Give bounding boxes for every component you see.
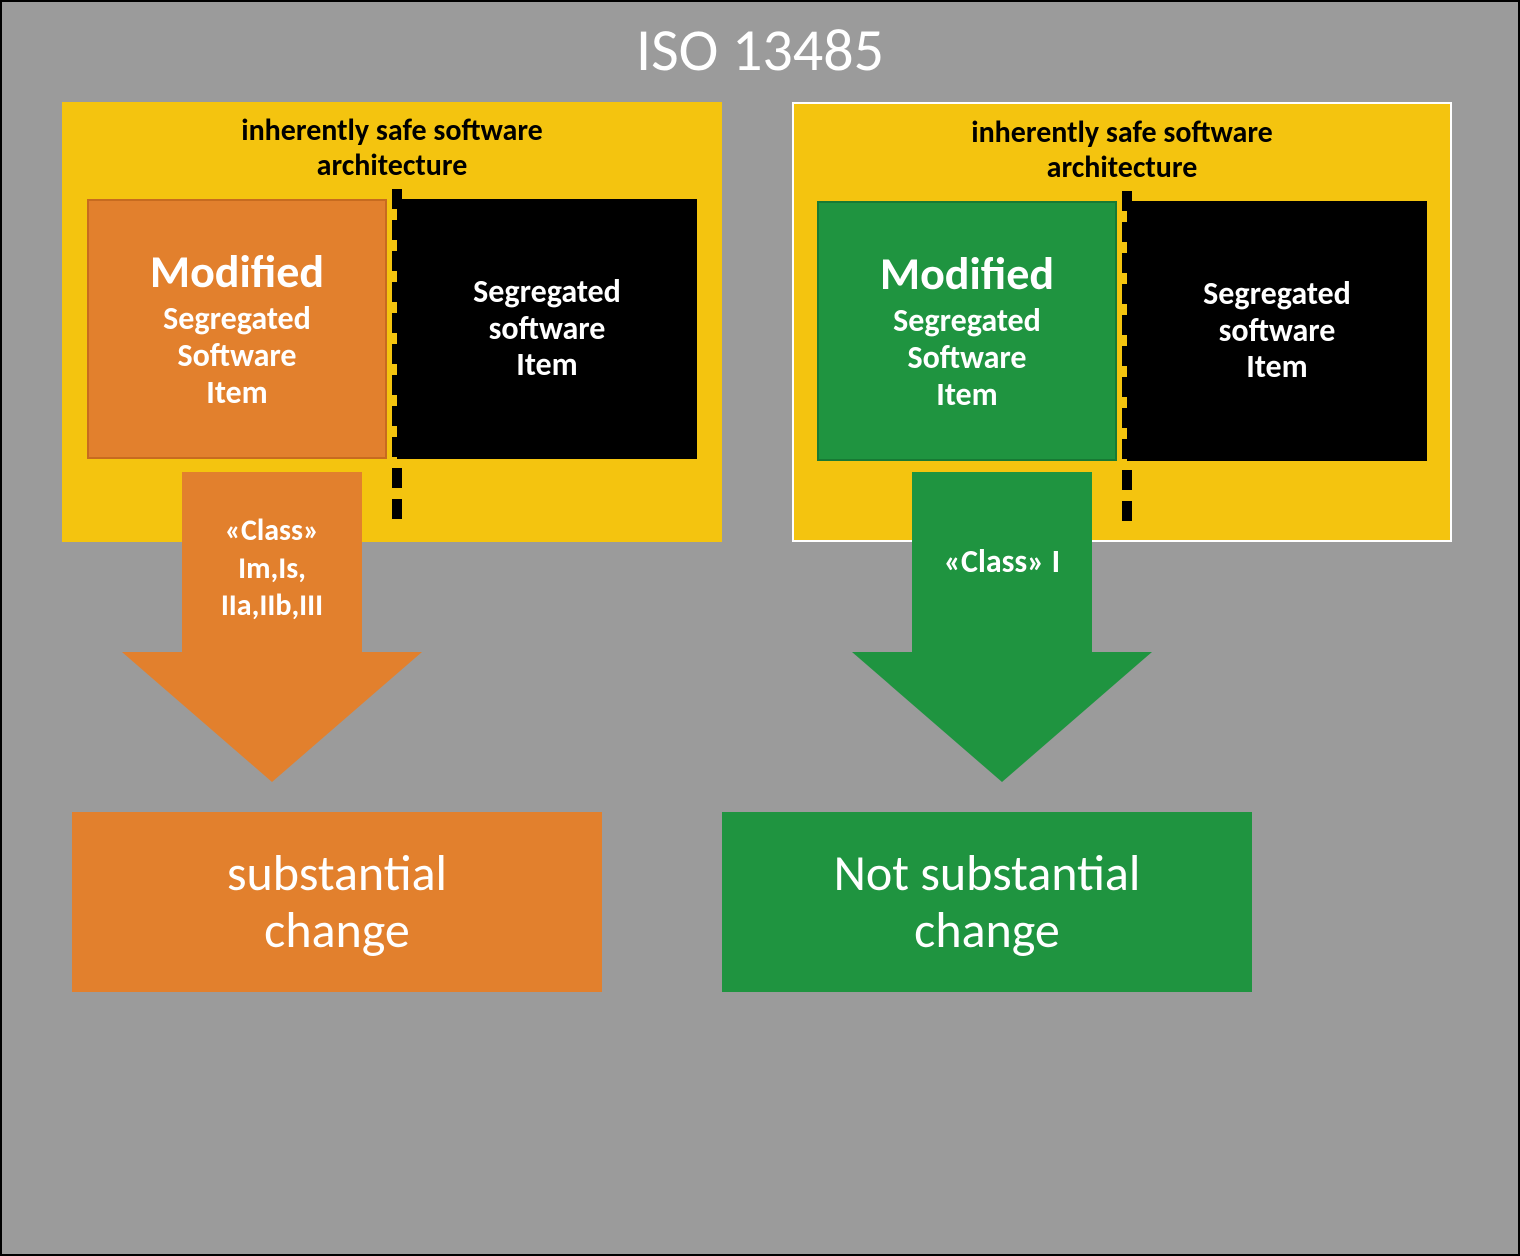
text: software	[1219, 311, 1336, 350]
text: change	[914, 900, 1060, 961]
text: Item	[206, 373, 267, 412]
text: Not substantial	[834, 843, 1141, 904]
left-arrow: «Class» Im,Is, IIa,IIb,III	[122, 472, 422, 782]
right-segregated-item: Segregated software Item	[1127, 201, 1427, 461]
text: Segregated software Item	[473, 274, 621, 384]
left-arrow-label: «Class» Im,Is, IIa,IIb,III	[122, 512, 422, 625]
text: Software	[907, 338, 1026, 377]
right-result-box: Not substantial change	[722, 812, 1252, 992]
text: Segregated	[893, 301, 1041, 340]
text: inherently safe software	[971, 114, 1273, 151]
right-arrow-label: «Class» I	[852, 542, 1152, 582]
right-arrow: «Class» I	[852, 472, 1152, 782]
left-items-row: Modified Segregated Software Item Segreg…	[62, 199, 722, 459]
text: inherently safe software	[241, 112, 543, 149]
text: Modified	[150, 246, 324, 299]
diagram-title: ISO 13485	[2, 14, 1518, 87]
text: change	[264, 900, 410, 961]
text: Segregated	[1203, 274, 1351, 313]
right-arch-label: inherently safe software architecture	[794, 116, 1450, 185]
text: IIa,IIb,III	[221, 587, 323, 624]
text: Segregated	[163, 299, 311, 338]
text: Segregated Software Item	[893, 303, 1041, 413]
right-modified-item: Modified Segregated Software Item	[817, 201, 1117, 461]
left-segregated-item: Segregated software Item	[397, 199, 697, 459]
text: Item	[516, 345, 577, 384]
text: software	[489, 309, 606, 348]
left-modified-item: Modified Segregated Software Item	[87, 199, 387, 459]
vertical-divider-icon	[392, 189, 402, 519]
text: «Class» I	[944, 542, 1060, 581]
down-arrow-icon	[852, 472, 1152, 782]
text: Segregated	[473, 272, 621, 311]
left-arch-label: inherently safe software architecture	[62, 114, 722, 183]
text: Software	[177, 336, 296, 375]
text: Item	[1246, 347, 1307, 386]
text: substantial	[227, 843, 447, 904]
text: Im,Is,	[238, 550, 306, 587]
right-items-row: Modified Segregated Software Item Segreg…	[794, 201, 1450, 461]
text: architecture	[317, 147, 468, 184]
text: Segregated Software Item	[163, 301, 311, 411]
text: «Class»	[225, 512, 319, 549]
text: Segregated software Item	[1203, 276, 1351, 386]
text: Item	[936, 375, 997, 414]
text: Modified	[880, 248, 1054, 301]
text: architecture	[1047, 149, 1198, 186]
left-result-box: substantial change	[72, 812, 602, 992]
